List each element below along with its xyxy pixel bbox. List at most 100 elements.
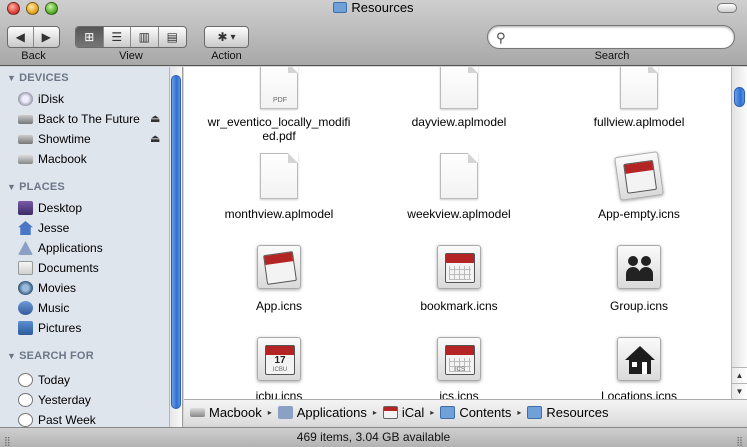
sidebar-item-past-week[interactable]: Past Week: [18, 411, 166, 427]
action-menu-button[interactable]: ✱ ▾: [205, 27, 248, 47]
group-icon: [617, 245, 661, 289]
disclosure-triangle-icon: ▼: [7, 351, 17, 361]
sidebar-item-documents[interactable]: Documents: [18, 259, 166, 277]
path-separator-icon: ▸: [430, 408, 435, 417]
file-item[interactable]: App.icns: [189, 245, 369, 325]
folder-icon: [527, 406, 543, 419]
places-header[interactable]: ▼ PLACES: [7, 181, 65, 193]
disclosure-triangle-icon: ▼: [7, 182, 17, 192]
file-name: monthview.aplmodel: [224, 207, 334, 221]
file-item[interactable]: PDF wr_eventico_locally_modifi ed.pdf: [189, 67, 369, 147]
toolbar-toggle-button[interactable]: [717, 3, 737, 13]
sidebar-item-showtime[interactable]: Showtime: [18, 130, 166, 148]
path-crumb-applications[interactable]: Applications: [277, 405, 367, 420]
list-view-button[interactable]: ☰: [104, 27, 131, 47]
back-label: Back: [21, 50, 46, 62]
content-scroll-thumb[interactable]: [734, 87, 745, 107]
applications-icon: [18, 241, 33, 255]
idisk-icon: [18, 92, 33, 106]
path-crumb-contents[interactable]: Contents: [440, 405, 511, 420]
file-item[interactable]: ICS ics.icns: [369, 337, 549, 399]
forward-button[interactable]: ▶: [34, 27, 59, 47]
sidebar-item-pictures[interactable]: Pictures: [18, 319, 166, 337]
sidebar-item-label: Showtime: [38, 132, 91, 146]
sidebar-item-back-to-the-future[interactable]: Back to The Future: [18, 110, 166, 128]
search-input[interactable]: [512, 29, 722, 45]
house-icon: [617, 337, 661, 381]
search-field[interactable]: ⚲: [487, 25, 735, 49]
window-title-text: Resources: [351, 0, 414, 15]
action-control: ✱ ▾: [204, 26, 249, 48]
file-item[interactable]: fullview.aplmodel: [549, 67, 729, 147]
sidebar-item-desktop[interactable]: Desktop: [18, 199, 166, 217]
home-icon: [18, 221, 33, 235]
calendar-icbu-icon: 17 ICBU: [257, 337, 301, 381]
sidebar-item-applications[interactable]: Applications: [18, 239, 166, 257]
file-item[interactable]: Locations.icns: [549, 337, 729, 399]
status-bar: ⣿ 469 items, 3.04 GB available ⣿: [0, 427, 747, 447]
search-label: Search: [594, 50, 630, 62]
path-separator-icon: ▸: [517, 408, 522, 417]
movies-icon: [18, 281, 33, 295]
search-for-header[interactable]: ▼ SEARCH FOR: [7, 350, 94, 362]
icon-view-button[interactable]: ⊞: [76, 27, 104, 47]
path-crumb-macbook[interactable]: Macbook: [190, 405, 262, 420]
eject-icon[interactable]: ⏏: [150, 112, 160, 125]
file-name: Locations.icns: [600, 389, 678, 399]
file-name: fullview.aplmodel: [593, 115, 685, 129]
content-scrollbar[interactable]: ▲ ▼: [731, 67, 747, 399]
sidebar-item-label: Today: [38, 373, 71, 387]
window-title: Resources: [0, 0, 747, 16]
sidebar-item-music[interactable]: Music: [18, 299, 166, 317]
sidebar-item-movies[interactable]: Movies: [18, 279, 166, 297]
sidebar-item-macbook[interactable]: Macbook: [18, 150, 166, 168]
calendar-ics-icon: ICS: [437, 337, 481, 381]
file-item[interactable]: bookmark.icns: [369, 245, 549, 325]
view-label: View: [119, 50, 143, 62]
sidebar-item-label: Back to The Future: [38, 112, 140, 126]
back-button[interactable]: ◀: [8, 27, 34, 47]
music-icon: [18, 301, 33, 315]
path-separator-icon: ▸: [372, 408, 377, 417]
file-item[interactable]: Group.icns: [549, 245, 729, 325]
list-view-icon: ☰: [111, 30, 123, 44]
sidebar-item-jesse[interactable]: Jesse: [18, 219, 166, 237]
file-name: App-empty.icns: [598, 207, 680, 221]
sidebar-item-today[interactable]: Today: [18, 371, 166, 389]
sidebar-scroll-thumb[interactable]: [171, 75, 181, 409]
drive-icon: [190, 408, 205, 417]
ical-icon: [382, 406, 398, 419]
ical-app-icon: [257, 245, 301, 289]
file-item[interactable]: weekview.aplmodel: [369, 153, 549, 233]
drive-icon: [18, 134, 33, 144]
forward-arrow-icon: ▶: [41, 30, 51, 44]
sidebar-item-idisk[interactable]: iDisk: [18, 90, 166, 108]
places-header-label: PLACES: [19, 181, 65, 193]
scroll-up-arrow[interactable]: ▲: [732, 367, 747, 383]
resize-grip-icon[interactable]: ⣿: [736, 432, 743, 447]
desktop-icon: [18, 201, 33, 215]
sidebar-item-yesterday[interactable]: Yesterday: [18, 391, 166, 409]
documents-icon: [18, 261, 33, 275]
file-name: ics.icns: [439, 389, 479, 399]
resize-grip-icon[interactable]: ⣿: [4, 432, 11, 447]
clock-icon: [18, 373, 33, 387]
sidebar-item-label: Jesse: [38, 221, 70, 235]
eject-icon[interactable]: ⏏: [150, 132, 160, 145]
search-icon: ⚲: [496, 30, 506, 45]
path-crumb-resources[interactable]: Resources: [527, 405, 609, 420]
file-item[interactable]: 17 ICBU icbu.icns: [189, 337, 369, 399]
cover-flow-button[interactable]: ▤: [159, 27, 186, 47]
file-item[interactable]: dayview.aplmodel: [369, 67, 549, 147]
sidebar-item-label: Music: [38, 301, 70, 315]
column-view-button[interactable]: ▥: [131, 27, 159, 47]
file-name: weekview.aplmodel: [407, 207, 511, 221]
icon-view-icon: ⊞: [84, 30, 95, 44]
devices-header[interactable]: ▼ DEVICES: [7, 72, 69, 84]
path-crumb-ical[interactable]: iCal: [382, 405, 424, 420]
document-icon: [440, 67, 478, 109]
scroll-down-arrow[interactable]: ▼: [732, 383, 747, 399]
file-item[interactable]: monthview.aplmodel: [189, 153, 369, 233]
file-item[interactable]: App-empty.icns: [549, 151, 729, 233]
sidebar-item-label: Documents: [38, 261, 99, 275]
